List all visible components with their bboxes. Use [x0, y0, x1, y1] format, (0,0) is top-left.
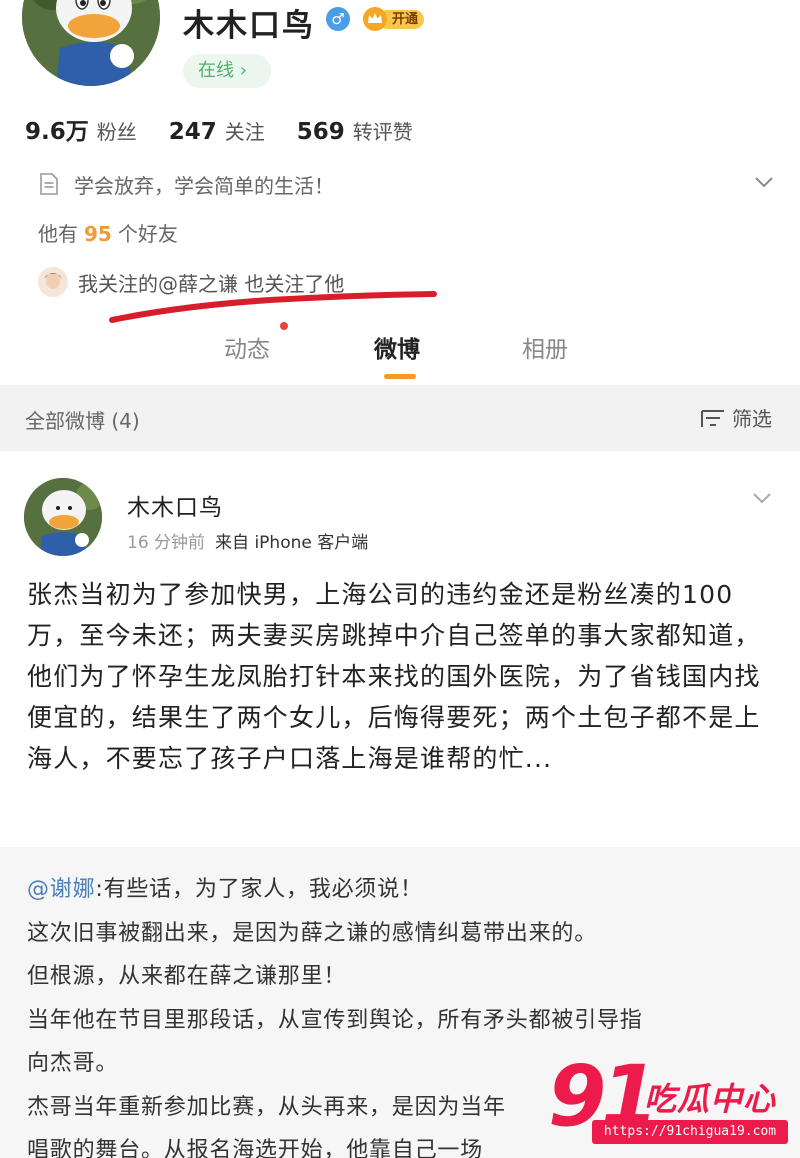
tab-notification-dot: [280, 322, 288, 330]
following-stat[interactable]: 247 关注: [169, 116, 265, 145]
post-time: 16 分钟前: [127, 533, 206, 553]
bio-row[interactable]: 学会放弃，学会简单的生活！: [38, 168, 778, 200]
mutual-follow-text: 我关注的@薛之谦 也关注了他: [78, 271, 345, 296]
mutual-follow-row[interactable]: 我关注的@薛之谦 也关注了他: [38, 264, 344, 300]
followers-count: 9.6万: [25, 119, 89, 145]
vip-open-badge[interactable]: 开通: [362, 6, 424, 32]
following-label: 关注: [224, 120, 265, 144]
engagement-count: 569: [296, 119, 345, 145]
chevron-down-icon[interactable]: [750, 486, 774, 510]
male-gender-icon: ♂: [326, 7, 350, 31]
filter-label: 筛选: [732, 407, 772, 431]
profile-username: 木木口鸟: [183, 8, 315, 44]
donald-duck-avatar-image: [22, 0, 160, 86]
online-status-button[interactable]: 在线 ›: [183, 54, 271, 88]
crown-icon: [363, 7, 387, 31]
friends-row[interactable]: 他有 95 个好友: [38, 218, 178, 247]
repost-line: @谢娜:有些话，为了家人，我必须说！: [27, 877, 423, 902]
followers-stat[interactable]: 9.6万 粉丝: [25, 112, 137, 146]
active-tab-indicator: [384, 374, 416, 379]
site-watermark: 91 吃瓜中心 https://91chigua19.com: [548, 1048, 798, 1156]
friends-suffix: 个好友: [117, 222, 178, 246]
filter-icon: [701, 409, 724, 427]
watermark-text: 吃瓜中心: [644, 1080, 777, 1118]
post-meta: 16 分钟前 来自 iPhone 客户端: [127, 528, 368, 553]
post-author-avatar[interactable]: [24, 478, 102, 556]
mutual-avatar-image: [38, 267, 68, 297]
filter-bar: 全部微博 (4) 筛选: [0, 385, 800, 451]
engagement-stat[interactable]: 569 转评赞: [297, 116, 413, 145]
document-icon: [40, 173, 58, 195]
all-posts-count: 全部微博 (4): [25, 409, 140, 433]
repost-line: 但根源，从来都在薛之谦那里！: [27, 964, 347, 989]
profile-stats: 9.6万 粉丝 247 关注 569 转评赞: [25, 112, 445, 148]
profile-tabs: 动态 微博 相册: [0, 322, 800, 384]
mention-link[interactable]: @谢娜: [27, 877, 95, 902]
tab-weibo[interactable]: 微博: [374, 330, 420, 364]
following-count: 247: [168, 119, 217, 145]
friends-count: 95: [84, 222, 112, 246]
repost-line: 这次旧事被翻出来，是因为薛之谦的感情纠葛带出来的。: [27, 920, 598, 946]
donald-duck-avatar-image: [24, 478, 102, 556]
profile-avatar[interactable]: [22, 0, 160, 86]
watermark-url: https://91chigua19.com: [592, 1120, 788, 1144]
tab-activity[interactable]: 动态: [224, 330, 270, 364]
filter-button[interactable]: 筛选: [700, 403, 772, 432]
post-body-text: 张杰当初为了参加快男，上海公司的违约金还是粉丝凑的100万，至今未还；两夫妻买房…: [27, 580, 761, 773]
engagement-label: 转评赞: [352, 120, 413, 144]
chevron-down-icon[interactable]: [752, 170, 776, 194]
followers-label: 粉丝: [96, 120, 137, 144]
post-source: 来自 iPhone 客户端: [215, 533, 369, 553]
repost-line: 当年他在节目里那段话，从宣传到舆论，所有矛头都被引导指: [27, 1007, 643, 1033]
friends-prefix: 他有: [38, 222, 78, 246]
bio-text: 学会放弃，学会简单的生活！: [74, 173, 334, 198]
post-author-name[interactable]: 木木口鸟: [127, 488, 223, 522]
tab-album[interactable]: 相册: [522, 330, 568, 364]
mutual-avatar: [38, 267, 68, 297]
